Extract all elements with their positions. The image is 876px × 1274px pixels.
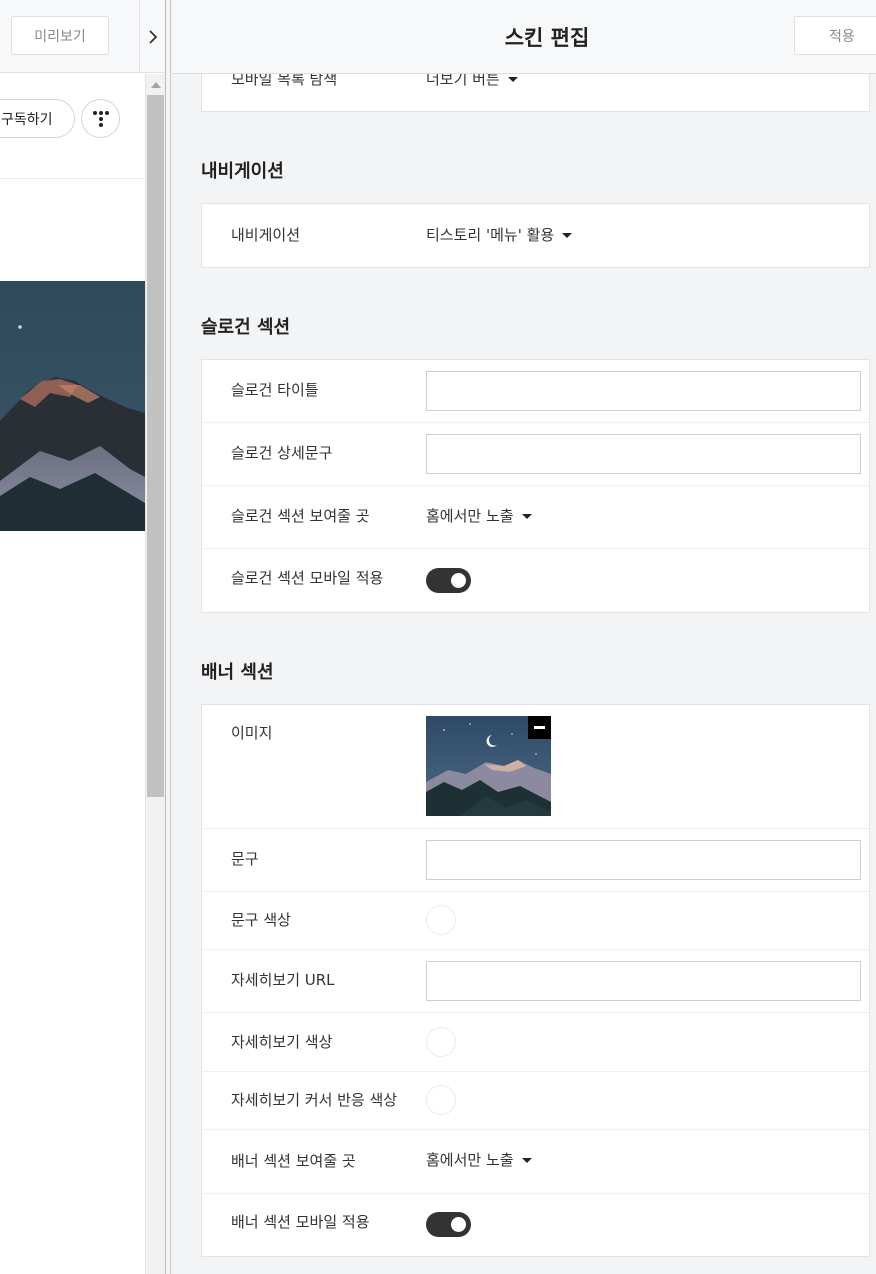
banner-mobile-row: 배너 섹션 모바일 적용 (202, 1194, 869, 1256)
link-url-input[interactable] (426, 961, 861, 1001)
banner-where-select[interactable]: 홈에서만 노출 (426, 1150, 532, 1170)
tistory-dots-icon (93, 111, 109, 127)
caret-down-icon (507, 76, 518, 82)
caret-down-icon (521, 513, 532, 519)
row-label: 슬로건 상세문구 (231, 444, 333, 462)
select-value: 티스토리 '메뉴' 활용 (426, 226, 555, 244)
navigation-card: 내비게이션 티스토리 '메뉴' 활용 (201, 203, 870, 268)
banner-mobile-toggle[interactable] (426, 1212, 471, 1237)
banner-card: 이미지 문구 문구 색상 자세히보기 URL 자세히보기 색상 자세히보기 커서… (201, 704, 870, 1257)
navigation-row: 내비게이션 티스토리 '메뉴' 활용 (202, 204, 869, 267)
row-label: 문구 색상 (231, 911, 291, 929)
preview-pane: 미리보기 구독하기 (0, 0, 165, 1274)
row-label: 이미지 (231, 724, 273, 742)
row-label: 배너 섹션 모바일 적용 (231, 1213, 370, 1231)
page-title: 스킨 편집 (504, 25, 590, 50)
slogan-card: 슬로건 타이틀 슬로건 상세문구 슬로건 섹션 보여줄 곳 홈에서만 노출 슬로… (201, 359, 870, 613)
pane-splitter[interactable] (165, 0, 172, 1274)
collapse-preview-button[interactable] (139, 0, 165, 73)
section-heading-banner: 배너 섹션 (201, 662, 274, 683)
preview-toolbar: 미리보기 (0, 0, 165, 73)
row-label: 문구 (231, 850, 259, 868)
banner-hover-color-row: 자세히보기 커서 반응 색상 (202, 1072, 869, 1130)
row-label: 자세히보기 색상 (231, 1033, 333, 1051)
caret-down-icon (521, 1157, 532, 1163)
text-color-swatch[interactable] (426, 905, 456, 935)
editor-header: 스킨 편집 적용 (172, 0, 876, 74)
slogan-detail-input[interactable] (426, 434, 861, 474)
minus-icon (534, 726, 545, 729)
scrollbar-thumb[interactable] (147, 95, 164, 797)
row-label: 슬로건 타이틀 (231, 381, 319, 399)
hover-color-swatch[interactable] (426, 1085, 456, 1115)
subscribe-button[interactable]: 구독하기 (0, 99, 75, 138)
row-label: 자세히보기 커서 반응 색상 (231, 1091, 398, 1109)
preview-divider (0, 178, 145, 179)
navigation-select[interactable]: 티스토리 '메뉴' 활용 (426, 225, 573, 245)
banner-image-row: 이미지 (202, 705, 869, 829)
slogan-mobile-row: 슬로건 섹션 모바일 적용 (202, 549, 869, 612)
remove-image-button[interactable] (528, 716, 551, 739)
row-label: 자세히보기 URL (231, 971, 335, 989)
banner-text-color-row: 문구 색상 (202, 892, 869, 950)
slogan-mobile-toggle[interactable] (426, 568, 471, 593)
section-heading-slogan: 슬로건 섹션 (201, 317, 291, 338)
banner-text-input[interactable] (426, 840, 861, 880)
toggle-knob (451, 1217, 466, 1232)
slogan-title-row: 슬로건 타이틀 (202, 360, 869, 423)
scroll-up-arrow-icon[interactable] (151, 82, 161, 88)
row-label: 내비게이션 (231, 226, 301, 244)
section-heading-navigation: 내비게이션 (201, 161, 284, 182)
banner-link-url-row: 자세히보기 URL (202, 950, 869, 1013)
preview-button[interactable]: 미리보기 (11, 16, 109, 55)
slogan-detail-row: 슬로건 상세문구 (202, 423, 869, 486)
preview-scrollbar[interactable] (145, 74, 165, 1274)
row-label: 슬로건 섹션 모바일 적용 (231, 569, 384, 587)
slogan-where-row: 슬로건 섹션 보여줄 곳 홈에서만 노출 (202, 486, 869, 549)
banner-image-thumbnail[interactable] (426, 716, 551, 816)
link-color-swatch[interactable] (426, 1027, 456, 1057)
banner-link-color-row: 자세히보기 색상 (202, 1013, 869, 1072)
banner-where-row: 배너 섹션 보여줄 곳 홈에서만 노출 (202, 1130, 869, 1194)
more-menu-button[interactable] (81, 99, 120, 138)
row-label: 슬로건 섹션 보여줄 곳 (231, 507, 370, 525)
row-label: 배너 섹션 보여줄 곳 (231, 1152, 356, 1170)
slogan-where-select[interactable]: 홈에서만 노출 (426, 506, 532, 526)
apply-button[interactable]: 적용 (794, 16, 876, 55)
skin-editor-pane: 모바일 목록 탐색 더보기 버튼 내비게이션 내비게이션 티스토리 '메뉴' 활… (172, 0, 876, 1274)
caret-down-icon (562, 232, 573, 238)
select-value: 홈에서만 노출 (426, 1151, 514, 1169)
select-value: 홈에서만 노출 (426, 507, 514, 525)
chevron-right-icon (148, 29, 157, 44)
slogan-title-input[interactable] (426, 371, 861, 411)
preview-banner-image (0, 281, 145, 531)
toggle-knob (451, 573, 466, 588)
banner-text-row: 문구 (202, 829, 869, 892)
blog-preview-viewport: 구독하기 (0, 74, 145, 1274)
